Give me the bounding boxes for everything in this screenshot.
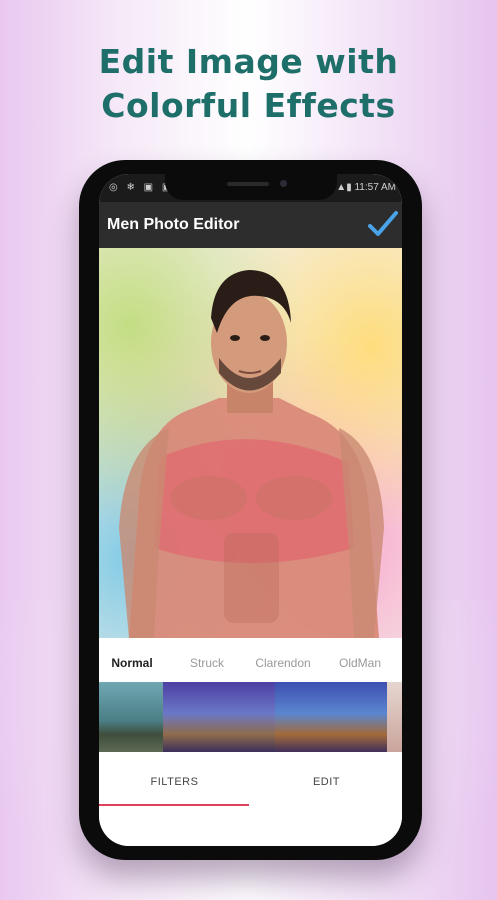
portrait-image — [119, 270, 384, 638]
speaker-icon — [227, 182, 269, 186]
filter-struck[interactable]: Struck — [174, 656, 240, 670]
phone-frame: ◎ ❄ ▣ ▣ ▲▮ 11:57 AM Men Photo Editor Nor… — [79, 160, 422, 860]
thumbnail-clarendon[interactable] — [275, 682, 387, 752]
edited-photo[interactable] — [99, 248, 402, 638]
filter-normal[interactable]: Normal — [99, 656, 165, 670]
promo-headline: Edit Image with Colorful Effects — [0, 40, 497, 128]
tab-filters[interactable]: FILTERS — [99, 776, 250, 788]
thumbnail-oldman[interactable] — [387, 682, 402, 752]
signal-icon: ▲▮ — [336, 182, 355, 193]
phone-screen: ◎ ❄ ▣ ▣ ▲▮ 11:57 AM Men Photo Editor Nor… — [99, 174, 402, 846]
bottom-tabs: FILTERS EDIT — [99, 758, 402, 808]
filter-clarendon[interactable]: Clarendon — [250, 656, 316, 670]
filter-strip: Normal Struck Clarendon OldMan — [99, 638, 402, 758]
confirm-button[interactable] — [367, 210, 399, 240]
tab-edit[interactable]: EDIT — [251, 776, 402, 788]
filter-oldman[interactable]: OldMan — [327, 656, 393, 670]
bottom-spacer — [99, 808, 402, 846]
status-bar: ◎ ❄ ▣ ▣ ▲▮ 11:57 AM — [99, 174, 402, 202]
headline-line-2: Colorful Effects — [101, 86, 396, 125]
app-title: Men Photo Editor — [107, 216, 240, 233]
thumbnail-struck[interactable] — [163, 682, 275, 752]
filter-thumbnails — [99, 682, 402, 752]
filter-names: Normal Struck Clarendon OldMan — [99, 656, 402, 674]
front-camera-icon — [280, 180, 287, 187]
headline-line-1: Edit Image with — [98, 42, 399, 81]
app-bar: Men Photo Editor — [99, 202, 402, 248]
notch — [165, 174, 337, 200]
tab-indicator — [99, 804, 249, 806]
checkmark-icon — [368, 211, 398, 236]
thumbnail-normal[interactable] — [99, 682, 163, 752]
status-time: ▲▮ 11:57 AM — [336, 182, 396, 193]
